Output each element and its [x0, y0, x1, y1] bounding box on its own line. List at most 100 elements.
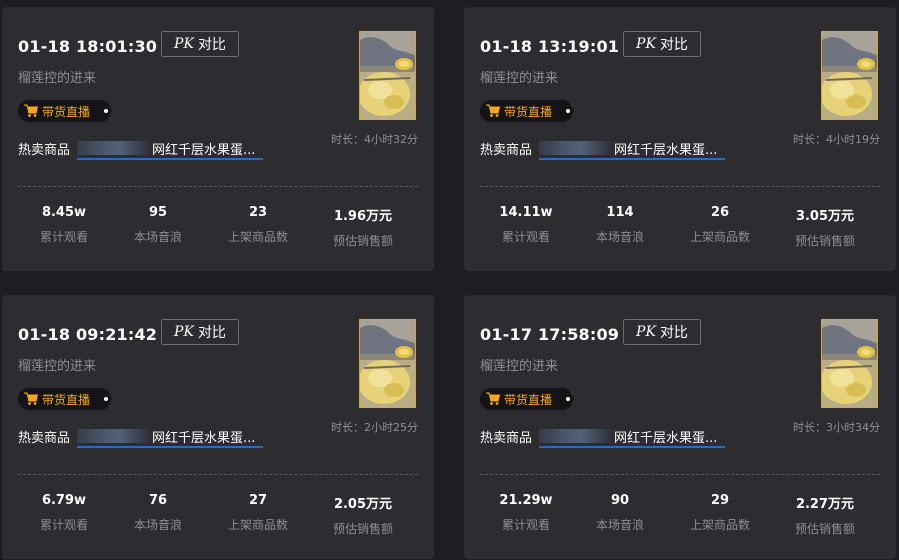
pk-label: PK [174, 36, 194, 52]
live-thumbnail[interactable] [359, 31, 416, 120]
stat-sales: 3.05万元 预估销售额 [775, 205, 875, 249]
live-commerce-badge: 带货直播 [480, 100, 574, 122]
stat-label: 上架商品数 [227, 518, 288, 532]
session-title: 榴莲控的进来 [18, 359, 97, 374]
product-link-underline [539, 158, 725, 160]
compare-label: 对比 [659, 37, 688, 53]
stat-value: 8.45w [41, 205, 87, 220]
session-title: 榴莲控的进来 [480, 359, 559, 374]
stat-viewers: 8.45w 累计观看 [14, 205, 114, 245]
stat-label: 预估销售额 [794, 522, 855, 536]
page: { "labels": { "pk_prefix": "PK", "pk_tex… [0, 0, 899, 560]
live-commerce-badge: 带货直播 [18, 388, 112, 410]
blurred-product-name [539, 429, 615, 443]
shopping-cart-icon [486, 104, 500, 117]
live-commerce-badge: 带货直播 [480, 388, 574, 410]
live-session-card[interactable]: 01-17 17:58:09 PK 对比 榴莲控的进来 带货直播 热卖商品 网红… [464, 295, 896, 559]
stat-viewers: 14.11w 累计观看 [476, 205, 576, 245]
hot-product-label: 热卖商品 [18, 143, 71, 158]
pk-label: PK [636, 36, 656, 52]
live-session-card[interactable]: 01-18 13:19:01 PK 对比 榴莲控的进来 带货直播 热卖商品 网红… [464, 7, 896, 271]
dashed-divider [480, 186, 880, 187]
compare-label: 对比 [197, 325, 226, 341]
shopping-cart-icon [486, 392, 500, 405]
badge-label: 带货直播 [42, 104, 91, 119]
stat-items: 26 上架商品数 [670, 205, 770, 245]
stat-items: 23 上架商品数 [208, 205, 308, 245]
stat-value: 14.11w [499, 205, 553, 220]
stat-value: 76 [148, 493, 168, 508]
stat-label: 预估销售额 [794, 234, 855, 248]
stat-items: 27 上架商品数 [208, 493, 308, 533]
stat-value: 2.05万元 [333, 497, 393, 512]
stat-label: 累计观看 [39, 518, 88, 532]
badge-label: 带货直播 [42, 392, 91, 407]
stat-gifts: 114 本场音浪 [570, 205, 670, 245]
dashed-divider [480, 474, 880, 475]
badge-label: 带货直播 [504, 392, 553, 407]
stat-gifts: 76 本场音浪 [108, 493, 208, 533]
badge-dot [566, 109, 570, 113]
live-thumbnail[interactable] [359, 319, 416, 408]
hot-product-link[interactable]: 网红千层水果蛋... [614, 427, 717, 446]
thumbnail-image [360, 320, 415, 407]
pk-compare-button[interactable]: PK 对比 [161, 319, 239, 345]
stat-value: 1.96万元 [333, 209, 393, 224]
stat-viewers: 6.79w 累计观看 [14, 493, 114, 533]
session-duration: 时长：4小时32分 [331, 133, 418, 146]
live-thumbnail[interactable] [821, 31, 878, 120]
stat-value: 2.27万元 [795, 497, 855, 512]
hot-product-link[interactable]: 网红千层水果蛋... [614, 139, 717, 158]
hot-product-label: 热卖商品 [480, 143, 533, 158]
badge-dot [104, 397, 108, 401]
stat-label: 上架商品数 [689, 230, 750, 244]
stat-value: 27 [248, 493, 268, 508]
thumbnail-image [822, 320, 877, 407]
stat-sales: 1.96万元 预估销售额 [313, 205, 413, 249]
stat-label: 累计观看 [39, 230, 88, 244]
session-title: 榴莲控的进来 [480, 71, 559, 86]
blurred-product-name [77, 141, 153, 155]
stat-label: 本场音浪 [133, 230, 182, 244]
pk-compare-button[interactable]: PK 对比 [161, 31, 239, 57]
stat-value: 23 [248, 205, 268, 220]
pk-label: PK [636, 324, 656, 340]
session-time: 01-17 17:58:09 [480, 325, 620, 344]
hot-product-label: 热卖商品 [18, 431, 71, 446]
stat-value: 95 [148, 205, 168, 220]
dashed-divider [18, 474, 418, 475]
stat-value: 29 [710, 493, 730, 508]
live-thumbnail[interactable] [821, 319, 878, 408]
stat-label: 本场音浪 [595, 518, 644, 532]
stat-label: 上架商品数 [689, 518, 750, 532]
session-time: 01-18 13:19:01 [480, 37, 620, 56]
product-link-underline [539, 446, 725, 448]
blurred-product-name [77, 429, 153, 443]
shopping-cart-icon [24, 104, 38, 117]
badge-label: 带货直播 [504, 104, 553, 119]
pk-compare-button[interactable]: PK 对比 [623, 319, 701, 345]
pk-label: PK [174, 324, 194, 340]
blurred-product-name [539, 141, 615, 155]
thumbnail-image [360, 32, 415, 119]
live-session-card[interactable]: 01-18 09:21:42 PK 对比 榴莲控的进来 带货直播 热卖商品 网红… [2, 295, 434, 559]
session-time: 01-18 09:21:42 [18, 325, 158, 344]
stat-label: 上架商品数 [227, 230, 288, 244]
badge-dot [104, 109, 108, 113]
compare-label: 对比 [197, 37, 226, 53]
session-time: 01-18 18:01:30 [18, 37, 158, 56]
stat-label: 累计观看 [501, 518, 550, 532]
live-session-card[interactable]: 01-18 18:01:30 PK 对比 榴莲控的进来 带货直播 热卖商品 网红… [2, 7, 434, 271]
hot-product-label: 热卖商品 [480, 431, 533, 446]
stat-value: 90 [610, 493, 630, 508]
stat-gifts: 90 本场音浪 [570, 493, 670, 533]
hot-product-link[interactable]: 网红千层水果蛋... [152, 139, 255, 158]
compare-label: 对比 [659, 325, 688, 341]
hot-product-link[interactable]: 网红千层水果蛋... [152, 427, 255, 446]
thumbnail-image [822, 32, 877, 119]
stat-gifts: 95 本场音浪 [108, 205, 208, 245]
product-link-underline [77, 158, 263, 160]
product-link-underline [77, 446, 263, 448]
pk-compare-button[interactable]: PK 对比 [623, 31, 701, 57]
stat-label: 累计观看 [501, 230, 550, 244]
